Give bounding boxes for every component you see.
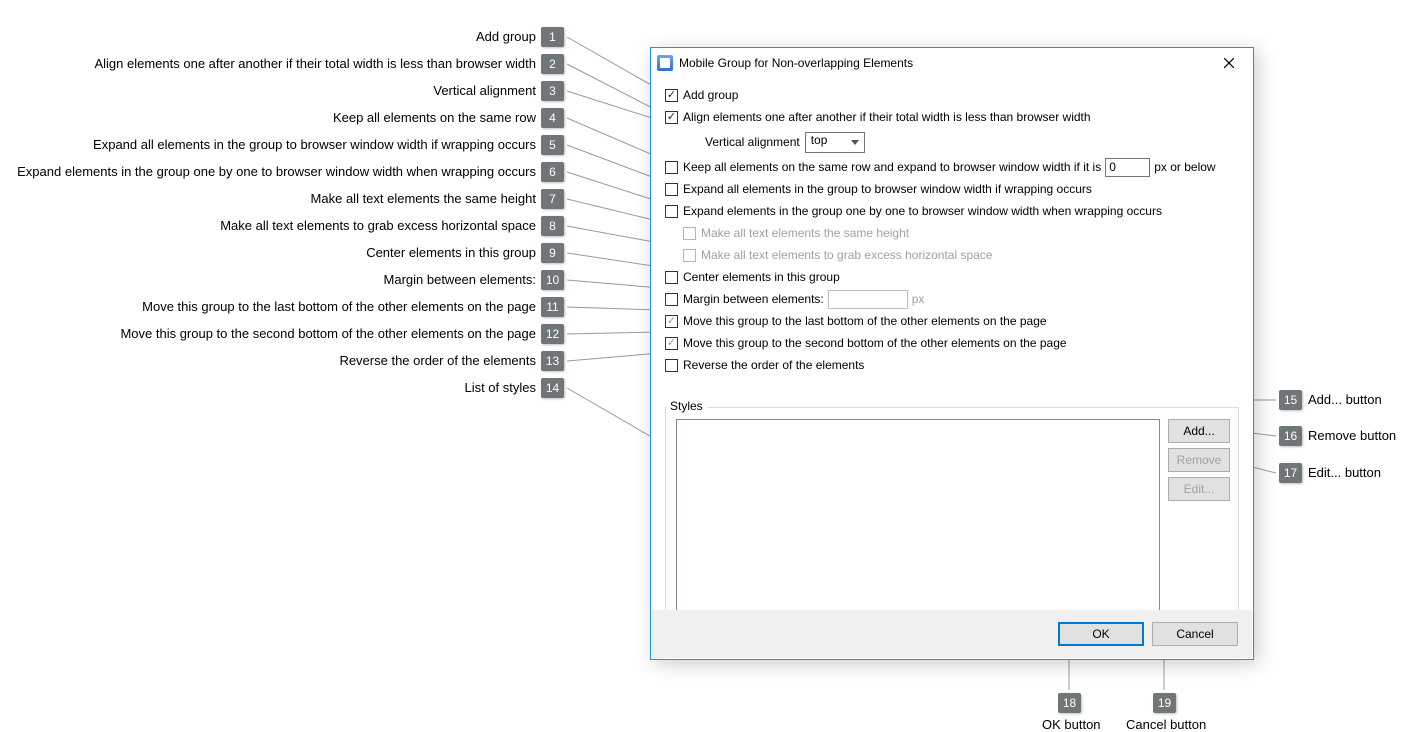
grab-excess-checkbox <box>683 249 696 262</box>
move-last-checkbox[interactable] <box>665 315 678 328</box>
margin-unit: px <box>912 292 925 306</box>
anno-7-label: Make all text elements the same height <box>0 191 536 206</box>
anno-12-label: Move this group to the second bottom of … <box>0 326 536 341</box>
dialog-title: Mobile Group for Non-overlapping Element… <box>679 56 913 70</box>
anno-15-label: Add... button <box>1308 392 1382 407</box>
anno-18-label: OK button <box>1042 717 1101 732</box>
anno-3-badge: 3 <box>541 81 564 101</box>
anno-16-badge: 16 <box>1279 426 1302 446</box>
align-after-checkbox[interactable] <box>665 111 678 124</box>
anno-4-badge: 4 <box>541 108 564 128</box>
anno-14-badge: 14 <box>541 378 564 398</box>
anno-13-label: Reverse the order of the elements <box>0 353 536 368</box>
same-height-label: Make all text elements the same height <box>701 226 909 240</box>
anno-7-badge: 7 <box>541 189 564 209</box>
anno-1-badge: 1 <box>541 27 564 47</box>
anno-9-label: Center elements in this group <box>0 245 536 260</box>
anno-1-label: Add group <box>0 29 536 44</box>
anno-9-badge: 9 <box>541 243 564 263</box>
anno-18-badge: 18 <box>1058 693 1081 713</box>
anno-2-label: Align elements one after another if thei… <box>0 56 536 71</box>
valign-label: Vertical alignment <box>705 135 800 149</box>
ok-button[interactable]: OK <box>1058 622 1144 646</box>
anno-3-label: Vertical alignment <box>0 83 536 98</box>
keep-same-row-input[interactable] <box>1105 158 1150 177</box>
anno-14-label: List of styles <box>0 380 536 395</box>
expand-all-label: Expand all elements in the group to brow… <box>683 182 1092 196</box>
expand-one-label: Expand elements in the group one by one … <box>683 204 1162 218</box>
same-height-checkbox <box>683 227 696 240</box>
add-group-label: Add group <box>683 88 738 102</box>
anno-2-badge: 2 <box>541 54 564 74</box>
add-style-button[interactable]: Add... <box>1168 419 1230 443</box>
anno-11-badge: 11 <box>541 297 564 317</box>
anno-10-badge: 10 <box>541 270 564 290</box>
valign-select[interactable]: top <box>805 132 865 153</box>
anno-8-label: Make all text elements to grab excess ho… <box>0 218 536 233</box>
dialog-body: Add group Align elements one after anoth… <box>651 78 1253 386</box>
anno-11-label: Move this group to the last bottom of th… <box>0 299 536 314</box>
move-second-label: Move this group to the second bottom of … <box>683 336 1067 350</box>
keep-same-row-checkbox[interactable] <box>665 161 678 174</box>
anno-19-label: Cancel button <box>1126 717 1206 732</box>
margin-input <box>828 290 908 309</box>
anno-17-badge: 17 <box>1279 463 1302 483</box>
margin-label: Margin between elements: <box>683 292 824 306</box>
styles-groupbox: Styles Add... Remove Edit... <box>665 407 1239 624</box>
reverse-label: Reverse the order of the elements <box>683 358 864 372</box>
keep-same-row-label: Keep all elements on the same row and ex… <box>683 160 1101 174</box>
anno-6-label: Expand elements in the group one by one … <box>0 164 536 179</box>
center-label: Center elements in this group <box>683 270 840 284</box>
align-after-label: Align elements one after another if thei… <box>683 110 1091 124</box>
cancel-button[interactable]: Cancel <box>1152 622 1238 646</box>
edit-style-button[interactable]: Edit... <box>1168 477 1230 501</box>
anno-16-label: Remove button <box>1308 428 1396 443</box>
close-icon <box>1224 58 1234 68</box>
reverse-checkbox[interactable] <box>665 359 678 372</box>
anno-4-label: Keep all elements on the same row <box>0 110 536 125</box>
anno-8-badge: 8 <box>541 216 564 236</box>
move-last-label: Move this group to the last bottom of th… <box>683 314 1047 328</box>
title-bar[interactable]: Mobile Group for Non-overlapping Element… <box>651 48 1253 78</box>
expand-all-checkbox[interactable] <box>665 183 678 196</box>
button-bar: OK Cancel <box>652 610 1252 658</box>
styles-list[interactable] <box>676 419 1160 613</box>
anno-17-label: Edit... button <box>1308 465 1381 480</box>
margin-checkbox[interactable] <box>665 293 678 306</box>
anno-10-label: Margin between elements: <box>0 272 536 287</box>
styles-label: Styles <box>667 399 708 413</box>
anno-12-badge: 12 <box>541 324 564 344</box>
move-second-checkbox[interactable] <box>665 337 678 350</box>
anno-15-badge: 15 <box>1279 390 1302 410</box>
valign-value: top <box>811 133 828 147</box>
anno-6-badge: 6 <box>541 162 564 182</box>
dialog-window: Mobile Group for Non-overlapping Element… <box>650 47 1254 660</box>
keep-same-row-unit: px or below <box>1154 160 1215 174</box>
remove-style-button[interactable]: Remove <box>1168 448 1230 472</box>
app-icon <box>657 55 673 71</box>
grab-excess-label: Make all text elements to grab excess ho… <box>701 248 992 262</box>
anno-19-badge: 19 <box>1153 693 1176 713</box>
add-group-checkbox[interactable] <box>665 89 678 102</box>
anno-13-badge: 13 <box>541 351 564 371</box>
close-button[interactable] <box>1206 51 1251 75</box>
center-checkbox[interactable] <box>665 271 678 284</box>
expand-one-checkbox[interactable] <box>665 205 678 218</box>
anno-5-label: Expand all elements in the group to brow… <box>0 137 536 152</box>
anno-5-badge: 5 <box>541 135 564 155</box>
